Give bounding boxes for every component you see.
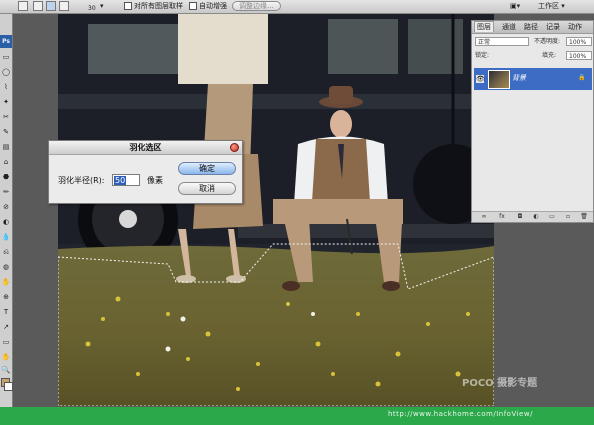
refine-edge-button[interactable]: 调整边缘...: [232, 1, 281, 12]
options-bar: 30 ▾ 对所有图层取样 自动增强 调整边缘... ▣▾ 工作区 ▾: [0, 0, 594, 14]
tab-channels[interactable]: 通道: [500, 22, 518, 32]
poco-watermark: POCO 摄影专题: [462, 378, 538, 389]
adjustment-layer-icon[interactable]: ◐: [532, 213, 540, 221]
document-canvas[interactable]: [58, 14, 494, 406]
rotate-view-tool-icon[interactable]: ⊕: [1, 293, 11, 301]
eraser-tool-icon[interactable]: ✏: [1, 188, 11, 196]
fill-label: 填充:: [542, 52, 557, 59]
lasso-tool-icon[interactable]: ◯: [1, 68, 11, 76]
quick-select-subtract-icon[interactable]: [59, 1, 69, 11]
photoshop-logo: Ps: [0, 35, 12, 48]
layer-name: 背景: [512, 74, 526, 82]
layer-lock-icon: 🔒: [578, 74, 586, 81]
zoom-tool-icon[interactable]: 🔍: [1, 366, 11, 374]
screen-mode-icon[interactable]: ▣▾: [510, 1, 520, 12]
panel-tabs: 图层 通道 路径 记录 动作: [472, 21, 593, 34]
layer-style-icon[interactable]: fx: [498, 213, 506, 221]
source-url-watermark: http://www.hackhome.com/InfoView/: [388, 410, 533, 418]
new-group-icon[interactable]: ▭: [548, 213, 556, 221]
opacity-input[interactable]: 100%: [566, 37, 592, 46]
visibility-eye-icon[interactable]: 👁: [476, 75, 485, 83]
hand-tool-icon[interactable]: ✋: [1, 353, 11, 361]
opacity-label: 不透明度:: [534, 38, 561, 45]
quick-select-add-icon[interactable]: [46, 1, 56, 11]
slice-tool-icon[interactable]: ✂: [1, 113, 11, 121]
tab-paths[interactable]: 路径: [522, 22, 540, 32]
healing-brush-tool-icon[interactable]: ✎: [1, 128, 11, 136]
workspace-menu[interactable]: 工作区 ▾: [538, 1, 565, 12]
photo-image: [58, 14, 494, 406]
rectangle-tool-icon[interactable]: ▭: [1, 338, 11, 346]
quick-select-new-icon[interactable]: [33, 1, 43, 11]
clone-stamp-tool-icon[interactable]: ⌂: [1, 158, 11, 166]
shape-tool-icon[interactable]: ◍: [1, 263, 11, 271]
background-color-swatch[interactable]: [4, 382, 13, 391]
brush-size-label[interactable]: 30: [88, 3, 96, 14]
feather-radius-label: 羽化半径(R):: [58, 176, 105, 185]
layer-thumbnail: [488, 70, 510, 89]
brush-tool-icon[interactable]: [18, 1, 28, 11]
tab-history[interactable]: 记录: [544, 22, 562, 32]
new-layer-icon[interactable]: ▫: [564, 213, 572, 221]
tab-layers[interactable]: 图层: [474, 21, 494, 32]
lock-label: 锁定:: [475, 52, 490, 59]
pen-tool-icon[interactable]: ⎌: [1, 248, 11, 256]
brush-tool-icon[interactable]: ▤: [1, 143, 11, 151]
delete-layer-icon[interactable]: 🗑: [580, 213, 588, 221]
auto-enhance-checkbox[interactable]: 自动增强: [189, 1, 227, 12]
path-select-tool-icon[interactable]: ↗: [1, 323, 11, 331]
blend-mode-select[interactable]: 正常: [475, 37, 529, 46]
quick-select-tool-icon[interactable]: ⌇: [1, 83, 11, 91]
type-tool-icon[interactable]: T: [1, 308, 11, 316]
pixels-unit-label: 像素: [147, 176, 163, 185]
close-icon[interactable]: [230, 143, 239, 152]
feather-selection-dialog: 羽化选区 羽化半径(R): 50 像素 确定 取消: [48, 140, 243, 204]
dialog-title: 羽化选区: [49, 141, 242, 155]
layers-panel: 图层 通道 路径 记录 动作 正常 不透明度: 100% 锁定: 填充: 100…: [471, 20, 594, 223]
ok-button[interactable]: 确定: [178, 162, 236, 175]
gradient-tool-icon[interactable]: ⊘: [1, 203, 11, 211]
marquee-tool-icon[interactable]: ▭: [1, 53, 11, 61]
layer-mask-icon[interactable]: ◘: [516, 213, 524, 221]
crop-tool-icon[interactable]: ✦: [1, 98, 11, 106]
feather-radius-input[interactable]: 50: [112, 174, 140, 186]
history-brush-tool-icon[interactable]: ⬣: [1, 173, 11, 181]
3d-tool-icon[interactable]: ✋: [1, 278, 11, 286]
link-layers-icon[interactable]: ∞: [480, 213, 488, 221]
tab-actions[interactable]: 动作: [566, 22, 584, 32]
layer-row-background[interactable]: 👁 背景 🔒: [474, 68, 592, 90]
blur-tool-icon[interactable]: ◐: [1, 218, 11, 226]
sample-all-layers-checkbox[interactable]: 对所有图层取样: [124, 1, 183, 12]
dodge-tool-icon[interactable]: 💧: [1, 233, 11, 241]
cancel-button[interactable]: 取消: [178, 182, 236, 195]
fill-input[interactable]: 100%: [566, 51, 592, 60]
toolbox: Ps ▭ ◯ ⌇ ✦ ✂ ✎ ▤ ⌂ ⬣ ✏ ⊘ ◐ 💧 ⎌ ◍ ✋ ⊕ T ↗…: [0, 14, 13, 412]
brush-picker-chevron-icon[interactable]: ▾: [100, 1, 104, 12]
layers-panel-footer: ∞ fx ◘ ◐ ▭ ▫ 🗑: [472, 211, 593, 222]
